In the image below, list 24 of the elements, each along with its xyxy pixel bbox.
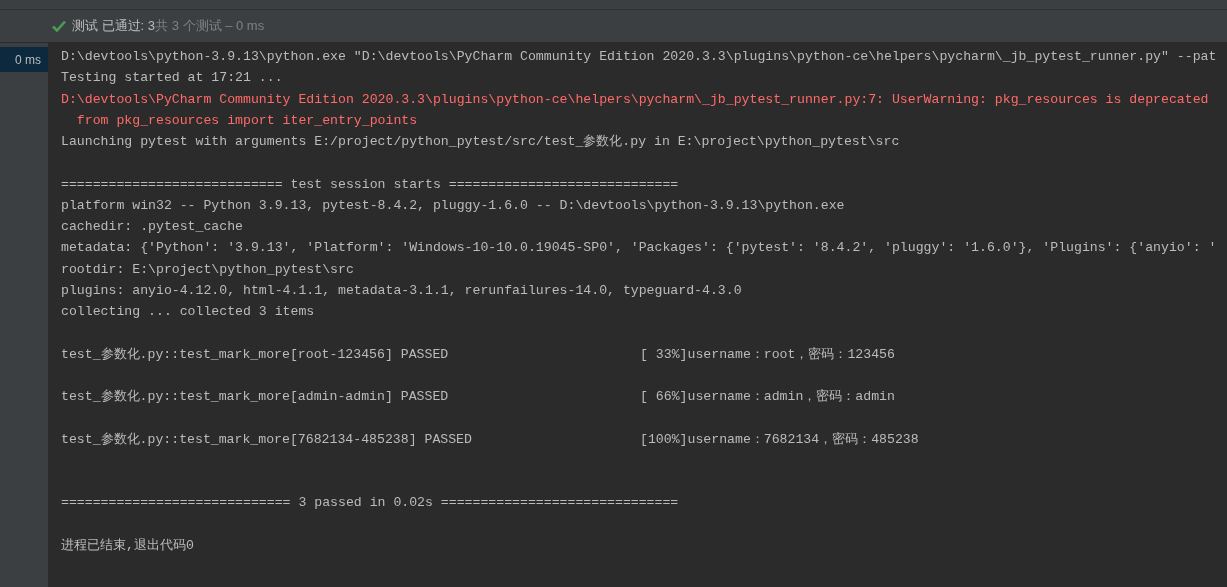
console-line: ============================= 3 passed in 0.02s ==============================	[61, 494, 679, 513]
test-tree-item[interactable]: 0 ms	[0, 47, 48, 72]
test-output-text: [ 66%]username：admin，密码：admin	[640, 388, 895, 406]
console-line: ============================ test session starts =============================	[61, 175, 679, 194]
test-result-line: test_参数化.py::test_mark_more[7682134-485238] PASSED	[61, 430, 473, 449]
console-error-line: D:\devtools\PyCharm Community Edition 2020.3.3\plugins\python-ce\helpers\pycharm\_jb_pytest_runner.py:7: UserWarning: pkg_resources is deprecated	[61, 90, 1209, 109]
test-details: 共 3 个测试 – 0 ms	[155, 17, 265, 36]
console-line: rootdir: E:\project\python_pytest\src	[61, 260, 354, 279]
test-result-line: test_参数化.py::test_mark_more[root-123456] PASSED	[61, 345, 450, 364]
console-line: Testing started at 17:21 ...	[61, 69, 283, 88]
checkmark-icon	[52, 20, 66, 32]
console-line: D:\devtools\python-3.9.13\python.exe "D:\devtools\PyCharm Community Edition 2020.3.3\plugins\python-ce\helpers\pycharm\_jb_pytest_runner.py" --pat	[61, 48, 1217, 66]
console-error-line: from pkg_resources import iter_entry_points	[75, 111, 418, 130]
console-line: platform win32 -- Python 3.9.13, pytest-8.4.2, pluggy-1.6.0 -- D:\devtools\python-3.9.13\python.exe	[61, 196, 845, 215]
console-line: 进程已结束,退出代码0	[61, 536, 194, 555]
console-line: plugins: anyio-4.12.0, html-4.1.1, metadata-3.1.1, rerunfailures-14.0, typeguard-4.3.0	[61, 281, 742, 300]
test-result-line: test_参数化.py::test_mark_more[admin-admin] PASSED	[61, 388, 450, 406]
console-line: metadata: {'Python': '3.9.13', 'Platform': 'Windows-10-10.0.19045-SP0', 'Packages': {'pytest': '8.4.2', 'pluggy': '1.6.0'}, 'Plugins': {'anyio': '	[61, 239, 1217, 258]
console-line: Launching pytest with arguments E:/project/python_pytest/src/test_参数化.py in E:\project\python_pytest\src	[61, 133, 900, 151]
console-line: cachedir: .pytest_cache	[61, 218, 244, 236]
test-output-text: [ 33%]username：root，密码：123456	[640, 345, 895, 364]
console-line: collecting ... collected 3 items	[61, 303, 315, 321]
test-output-text: [100%]username：7682134，密码：485238	[640, 430, 919, 449]
test-summary: 测试 已通过: 3	[72, 17, 156, 36]
